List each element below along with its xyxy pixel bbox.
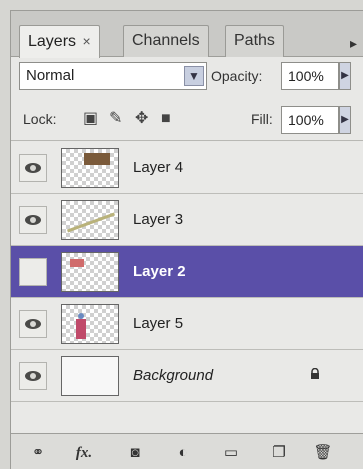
lock-fill-row: Lock: ▣ ✎ ✥ ■ Fill: 100% ▶: [11, 99, 363, 141]
close-icon[interactable]: ×: [82, 33, 90, 49]
lock-icon: [311, 368, 319, 379]
layer-thumbnail: [61, 148, 119, 188]
opacity-field[interactable]: 100%: [281, 62, 339, 90]
adjustment-icon[interactable]: ◐: [171, 443, 195, 463]
new-layer-icon[interactable]: ❐: [267, 443, 291, 463]
tab-paths-label: Paths: [234, 32, 275, 49]
lock-brush-icon[interactable]: ✎: [109, 110, 122, 128]
layer-thumbnail: [61, 304, 119, 344]
tab-layers-label: Layers: [28, 33, 77, 50]
fill-field[interactable]: 100%: [281, 106, 339, 134]
fill-label: Fill:: [251, 111, 273, 127]
tab-channels-label: Channels: [132, 32, 200, 49]
tab-channels[interactable]: Channels: [123, 25, 209, 57]
layers-panel: Layers × Channels Paths ▸ Normal ▼ Opaci…: [10, 10, 363, 469]
layer-name: Layer 3: [133, 211, 184, 228]
eye-icon: [25, 215, 41, 225]
blend-mode-select[interactable]: Normal ▼: [19, 62, 207, 90]
tab-paths[interactable]: Paths: [225, 25, 284, 57]
layer-thumbnail: [61, 252, 119, 292]
layer-name: Layer 4: [133, 159, 184, 176]
layers-list: Layer 4 Layer 3 Layer 2 Layer 5 Backgrou…: [11, 142, 363, 430]
layer-row-layer-3[interactable]: Layer 3: [11, 194, 363, 246]
visibility-toggle[interactable]: [19, 154, 47, 182]
layer-name: Background: [133, 367, 214, 384]
layer-thumbnail: [61, 200, 119, 240]
fill-arrow-icon[interactable]: ▶: [339, 106, 351, 134]
opacity-label: Opacity:: [211, 68, 263, 84]
eye-icon: [25, 319, 41, 329]
blend-opacity-row: Normal ▼ Opacity: 100% ▶: [11, 57, 363, 97]
layers-toolbar: ⚭ fx. ◙ ◐ ▭ ❐ 🗑: [11, 433, 363, 469]
chevron-down-icon[interactable]: ▼: [184, 66, 204, 86]
folder-icon[interactable]: ▭: [219, 443, 243, 463]
lock-label: Lock:: [23, 111, 57, 127]
tab-layers[interactable]: Layers ×: [19, 25, 100, 58]
layer-row-layer-5[interactable]: Layer 5: [11, 298, 363, 350]
fx-icon[interactable]: fx.: [69, 443, 99, 463]
visibility-toggle[interactable]: [19, 310, 47, 338]
tab-bar: Layers × Channels Paths ▸: [11, 11, 363, 58]
eye-icon: [25, 371, 41, 381]
layer-name: Layer 2: [133, 263, 186, 280]
panel-menu-icon[interactable]: ▸: [350, 33, 363, 53]
layer-row-layer-2[interactable]: Layer 2: [11, 246, 363, 298]
eye-icon: [25, 163, 41, 173]
visibility-toggle[interactable]: [19, 362, 47, 390]
blend-mode-value: Normal: [26, 67, 75, 84]
lock-all-icon[interactable]: ■: [161, 110, 171, 128]
layer-row-layer-4[interactable]: Layer 4: [11, 142, 363, 194]
lock-transparent-icon[interactable]: ▣: [83, 110, 98, 128]
layer-row-background[interactable]: Background: [11, 350, 363, 402]
visibility-toggle[interactable]: [19, 258, 47, 286]
link-icon[interactable]: ⚭: [25, 443, 51, 463]
visibility-toggle[interactable]: [19, 206, 47, 234]
mask-icon[interactable]: ◙: [123, 443, 147, 463]
layer-thumbnail: [61, 356, 119, 396]
opacity-arrow-icon[interactable]: ▶: [339, 62, 351, 90]
lock-move-icon[interactable]: ✥: [135, 110, 148, 128]
layer-name: Layer 5: [133, 315, 184, 332]
trash-icon[interactable]: 🗑: [311, 443, 335, 463]
